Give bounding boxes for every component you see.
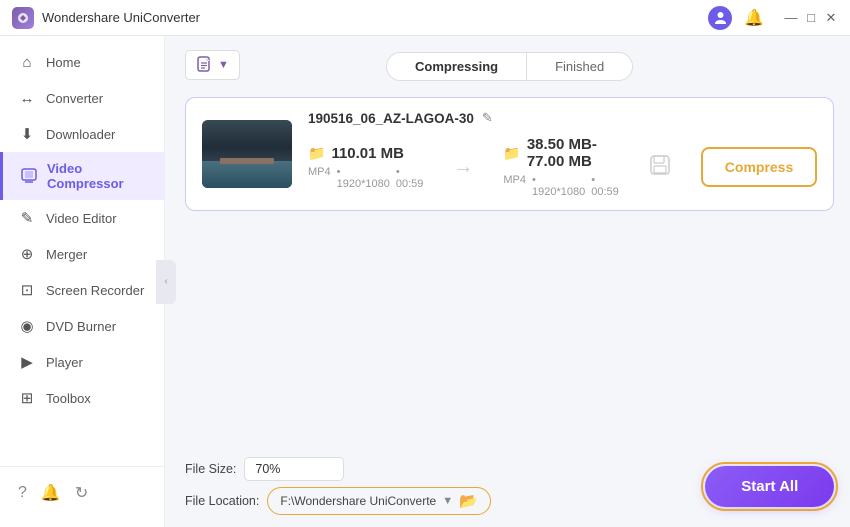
- sidebar-item-label: Merger: [46, 247, 87, 262]
- file-location-dropdown-arrow[interactable]: ▼: [442, 495, 453, 507]
- tab-finished[interactable]: Finished: [527, 53, 632, 80]
- sidebar-item-home[interactable]: ⌂ Home: [0, 44, 164, 80]
- sidebar-item-toolbox[interactable]: ⊞ Toolbox: [0, 380, 164, 416]
- player-icon: ▶: [18, 353, 36, 371]
- file-size-select[interactable]: 70% 50% 30% 80%: [244, 457, 344, 481]
- dvd-burner-icon: ◉: [18, 317, 36, 335]
- title-bar-right: 🔔 — □ ✕: [708, 6, 838, 30]
- target-folder-icon: 📁: [503, 145, 520, 162]
- downloader-icon: ⬇: [18, 125, 36, 143]
- sidebar-item-label: Player: [46, 355, 83, 370]
- alert-icon[interactable]: 🔔: [41, 483, 61, 503]
- user-icon-btn[interactable]: [708, 6, 732, 30]
- bottom-left: File Size: 70% 50% 30% 80% File Location…: [185, 457, 491, 515]
- sidebar: ⌂ Home ↔ Converter ⬇ Downloader Video Co…: [0, 36, 165, 527]
- minimize-button[interactable]: —: [784, 11, 798, 25]
- app-title: Wondershare UniConverter: [42, 10, 200, 25]
- target-format: MP4: [503, 174, 526, 198]
- file-location-path: F:\Wondershare UniConverte: [280, 494, 436, 508]
- sidebar-item-label: Toolbox: [46, 391, 91, 406]
- sidebar-item-downloader[interactable]: ⬇ Downloader: [0, 116, 164, 152]
- maximize-button[interactable]: □: [804, 11, 818, 25]
- sidebar-item-video-compressor[interactable]: Video Compressor: [0, 152, 164, 200]
- close-button[interactable]: ✕: [824, 11, 838, 25]
- window-controls: — □ ✕: [784, 11, 838, 25]
- file-name-row: 190516_06_AZ-LAGOA-30 ✎: [308, 110, 817, 126]
- sidebar-collapse-btn[interactable]: ‹: [156, 260, 176, 304]
- file-details: 📁 110.01 MB MP4 1920*1080 00:59 →: [308, 136, 817, 198]
- file-name: 190516_06_AZ-LAGOA-30: [308, 111, 474, 126]
- notification-bell-icon[interactable]: 🔔: [742, 6, 766, 30]
- add-file-arrow: ▼: [218, 59, 229, 71]
- converter-icon: ↔: [18, 89, 36, 107]
- add-file-button[interactable]: ▼: [185, 50, 240, 80]
- thumbnail-dock: [220, 158, 274, 164]
- sidebar-item-video-editor[interactable]: ✎ Video Editor: [0, 200, 164, 236]
- source-meta: MP4 1920*1080 00:59: [308, 166, 423, 190]
- folder-open-icon[interactable]: 📂: [459, 492, 478, 510]
- main-layout: ⌂ Home ↔ Converter ⬇ Downloader Video Co…: [0, 36, 850, 527]
- target-meta: MP4 1920*1080 00:59: [503, 174, 618, 198]
- file-thumbnail: [202, 120, 292, 188]
- merger-icon: ⊕: [18, 245, 36, 263]
- sidebar-item-label: Screen Recorder: [46, 283, 144, 298]
- file-card: 190516_06_AZ-LAGOA-30 ✎ 📁 110.01 MB MP4 …: [185, 97, 834, 211]
- arrow-right-icon: →: [453, 156, 473, 179]
- title-bar: Wondershare UniConverter 🔔 — □ ✕: [0, 0, 850, 36]
- add-file-icon: [196, 56, 214, 74]
- sidebar-item-merger[interactable]: ⊕ Merger: [0, 236, 164, 272]
- title-bar-left: Wondershare UniConverter: [12, 7, 200, 29]
- sidebar-item-player[interactable]: ▶ Player: [0, 344, 164, 380]
- source-folder-icon: 📁: [308, 145, 325, 162]
- tabs-row: Compressing Finished: [185, 52, 834, 81]
- tab-compressing[interactable]: Compressing: [387, 53, 527, 80]
- sidebar-item-label: Home: [46, 55, 81, 70]
- target-size-text: 38.50 MB-77.00 MB: [527, 136, 619, 170]
- target-duration: 00:59: [591, 174, 619, 198]
- file-info: 190516_06_AZ-LAGOA-30 ✎ 📁 110.01 MB MP4 …: [308, 110, 817, 198]
- source-duration: 00:59: [396, 166, 424, 190]
- target-resolution: 1920*1080: [532, 174, 585, 198]
- toolbox-icon: ⊞: [18, 389, 36, 407]
- home-icon: ⌂: [18, 53, 36, 71]
- sidebar-item-converter[interactable]: ↔ Converter: [0, 80, 164, 116]
- sidebar-item-label: Downloader: [46, 127, 115, 142]
- content-area: ▼ Compressing Finished 190516_06_AZ-LAGO…: [165, 36, 850, 527]
- sidebar-item-label: Video Editor: [46, 211, 117, 226]
- video-editor-icon: ✎: [18, 209, 36, 227]
- compress-button[interactable]: Compress: [701, 147, 817, 187]
- thumbnail-water: [202, 161, 292, 188]
- sidebar-bottom-icons: ? 🔔 ↻: [0, 475, 164, 511]
- screen-recorder-icon: ⊡: [18, 281, 36, 299]
- target-block: 📁 38.50 MB-77.00 MB MP4 1920*1080 00:59: [503, 136, 618, 198]
- source-size-text: 110.01 MB: [331, 145, 404, 162]
- file-size-row: File Size: 70% 50% 30% 80%: [185, 457, 491, 481]
- sidebar-bottom: ? 🔔 ↻: [0, 466, 164, 519]
- sidebar-item-label: DVD Burner: [46, 319, 116, 334]
- tab-group: Compressing Finished: [386, 52, 633, 81]
- file-location-container: F:\Wondershare UniConverte ▼ 📂: [267, 487, 490, 515]
- source-block: 📁 110.01 MB MP4 1920*1080 00:59: [308, 145, 423, 190]
- bottom-bar: File Size: 70% 50% 30% 80% File Location…: [185, 447, 834, 515]
- source-format: MP4: [308, 166, 331, 190]
- file-location-label: File Location:: [185, 494, 259, 508]
- sidebar-item-screen-recorder[interactable]: ⊡ Screen Recorder: [0, 272, 164, 308]
- start-all-button[interactable]: Start All: [705, 466, 834, 507]
- target-size-value: 📁 38.50 MB-77.00 MB: [503, 136, 618, 170]
- video-compressor-icon: [21, 167, 37, 185]
- edit-filename-icon[interactable]: ✎: [482, 110, 493, 126]
- refresh-icon[interactable]: ↻: [75, 483, 88, 503]
- sidebar-item-dvd-burner[interactable]: ◉ DVD Burner: [0, 308, 164, 344]
- thumbnail-image: [202, 120, 292, 188]
- app-logo: [12, 7, 34, 29]
- sidebar-item-label: Converter: [46, 91, 103, 106]
- help-icon[interactable]: ?: [18, 484, 27, 502]
- source-size-value: 📁 110.01 MB: [308, 145, 423, 162]
- source-resolution: 1920*1080: [337, 166, 390, 190]
- sidebar-item-label: Video Compressor: [47, 161, 146, 191]
- save-settings-icon[interactable]: [649, 154, 671, 181]
- file-location-row: File Location: F:\Wondershare UniConvert…: [185, 487, 491, 515]
- file-size-label: File Size:: [185, 462, 236, 476]
